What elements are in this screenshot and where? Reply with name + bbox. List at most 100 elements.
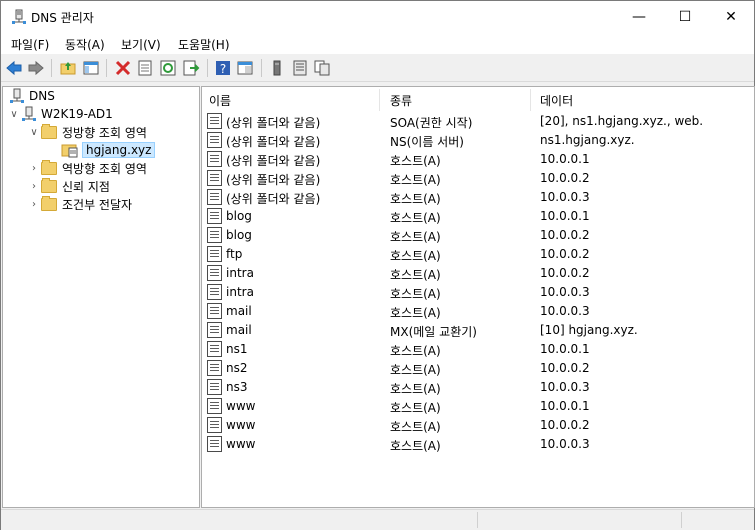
dns-manager-window: DNS 관리자 — ☐ ✕ 파일(F) 동작(A) 보기(V) 도움말(H) ? — [0, 0, 755, 530]
table-row[interactable]: intra 호스트(A) 10.0.0.3 — [202, 283, 754, 302]
record-name-cell: blog — [226, 228, 252, 242]
dns-record-icon — [207, 436, 222, 452]
table-row[interactable]: mail 호스트(A) 10.0.0.3 — [202, 302, 754, 321]
table-row[interactable]: mail MX(메일 교환기) [10] hgjang.xyz. — [202, 321, 754, 340]
tree-item-conditional-forwarders[interactable]: › 조건부 전달자 — [27, 195, 132, 213]
zone-icon — [61, 144, 78, 158]
record-name-cell: mail — [226, 304, 252, 318]
window-title: DNS 관리자 — [31, 11, 94, 25]
folder-icon — [41, 123, 57, 139]
menu-help[interactable]: 도움말(H) — [178, 36, 230, 53]
record-name-cell: blog — [226, 209, 252, 223]
record-name-cell: (상위 폴더와 같음) — [226, 154, 321, 168]
dns-record-icon — [207, 322, 222, 338]
table-row[interactable]: ns2 호스트(A) 10.0.0.2 — [202, 359, 754, 378]
menu-action[interactable]: 동작(A) — [65, 36, 105, 53]
record-name-cell: ns2 — [226, 361, 248, 375]
table-row[interactable]: (상위 폴더와 같음) 호스트(A) 10.0.0.2 — [202, 169, 754, 188]
properties-icon[interactable] — [136, 59, 154, 77]
record-type-cell: 호스트(A) — [390, 249, 441, 263]
dns-server-icon — [12, 9, 26, 24]
show-hide-tree-icon[interactable] — [82, 59, 100, 77]
table-row[interactable]: www 호스트(A) 10.0.0.1 — [202, 397, 754, 416]
record-type-cell: 호스트(A) — [390, 363, 441, 377]
server-icon[interactable] — [268, 59, 286, 77]
record-type-cell: 호스트(A) — [390, 268, 441, 282]
table-row[interactable]: ns3 호스트(A) 10.0.0.3 — [202, 378, 754, 397]
table-row[interactable]: ftp 호스트(A) 10.0.0.2 — [202, 245, 754, 264]
table-row[interactable]: intra 호스트(A) 10.0.0.2 — [202, 264, 754, 283]
menu-view[interactable]: 보기(V) — [121, 36, 161, 53]
tree-label-zone-hgjang: hgjang.xyz — [82, 142, 156, 158]
dns-record-icon — [207, 132, 222, 148]
record-name-cell: (상위 폴더와 같음) — [226, 135, 321, 149]
record-data-cell: 10.0.0.1 — [540, 342, 590, 356]
console-view-icon[interactable] — [236, 59, 254, 77]
help-icon[interactable]: ? — [214, 59, 232, 77]
export-icon[interactable] — [182, 59, 200, 77]
dns-record-icon — [207, 379, 222, 395]
tree-item-reverse-zones[interactable]: › 역방향 조회 영역 — [27, 159, 147, 177]
dns-record-icon — [207, 417, 222, 433]
column-header-type[interactable]: 종류 — [390, 89, 531, 111]
svg-text:?: ? — [220, 62, 226, 76]
chevron-down-icon[interactable]: ∨ — [27, 127, 41, 138]
record-data-cell: 10.0.0.2 — [540, 418, 590, 432]
column-header-data[interactable]: 데이터 — [540, 89, 740, 111]
record-type-cell: SOA(권한 시작) — [390, 116, 473, 130]
delete-icon[interactable] — [114, 59, 132, 77]
table-row[interactable]: blog 호스트(A) 10.0.0.1 — [202, 207, 754, 226]
dns-root-icon — [10, 88, 24, 103]
table-row[interactable]: (상위 폴더와 같음) 호스트(A) 10.0.0.3 — [202, 188, 754, 207]
record-name-cell: (상위 폴더와 같음) — [226, 173, 321, 187]
chevron-right-icon[interactable]: › — [27, 181, 41, 192]
record-data-cell: 10.0.0.2 — [540, 247, 590, 261]
maximize-button[interactable]: ☐ — [662, 1, 708, 32]
chevron-right-icon[interactable]: › — [27, 199, 41, 210]
table-row[interactable]: (상위 폴더와 같음) 호스트(A) 10.0.0.1 — [202, 150, 754, 169]
table-row[interactable]: ns1 호스트(A) 10.0.0.1 — [202, 340, 754, 359]
status-divider — [681, 512, 683, 528]
tree-item-forward-zones[interactable]: ∨ 정방향 조회 영역 — [27, 123, 147, 141]
record-data-cell: 10.0.0.2 — [540, 266, 590, 280]
minimize-button[interactable]: — — [616, 1, 662, 32]
tree-item-server[interactable]: ∨ W2K19-AD1 — [7, 105, 113, 123]
tree-item-trust-points[interactable]: › 신뢰 지점 — [27, 177, 110, 195]
record-data-cell: [10] hgjang.xyz. — [540, 323, 638, 337]
refresh-icon[interactable] — [159, 59, 177, 77]
table-row[interactable]: www 호스트(A) 10.0.0.3 — [202, 435, 754, 454]
up-folder-icon[interactable] — [59, 59, 77, 77]
record-type-cell: 호스트(A) — [390, 154, 441, 168]
record-type-cell: 호스트(A) — [390, 211, 441, 225]
chevron-right-icon[interactable]: › — [27, 163, 41, 174]
forward-arrow-icon[interactable] — [27, 59, 45, 77]
record-data-cell: 10.0.0.2 — [540, 171, 590, 185]
record-data-cell: 10.0.0.3 — [540, 380, 590, 394]
menu-file[interactable]: 파일(F) — [11, 36, 49, 53]
table-row[interactable]: www 호스트(A) 10.0.0.2 — [202, 416, 754, 435]
column-header-name[interactable]: 이름 — [209, 89, 380, 111]
tree-label-server: W2K19-AD1 — [41, 107, 113, 121]
table-row[interactable]: blog 호스트(A) 10.0.0.2 — [202, 226, 754, 245]
record-data-cell: 10.0.0.3 — [540, 190, 590, 204]
copy-icon[interactable] — [313, 59, 331, 77]
tree-item-zone-hgjang[interactable]: hgjang.xyz — [61, 141, 156, 159]
record-type-cell: 호스트(A) — [390, 230, 441, 244]
dns-record-icon — [207, 208, 222, 224]
record-type-cell: 호스트(A) — [390, 439, 441, 453]
toolbar: ? — [1, 55, 754, 82]
list-icon[interactable] — [291, 59, 309, 77]
record-data-cell: [20], ns1.hgjang.xyz., web. — [540, 114, 704, 128]
record-name-cell: ftp — [226, 247, 243, 261]
record-name-cell: (상위 폴더와 같음) — [226, 192, 321, 206]
menu-bar: 파일(F) 동작(A) 보기(V) 도움말(H) — [1, 32, 754, 54]
toolbar-separator — [106, 59, 107, 77]
table-row[interactable]: (상위 폴더와 같음) SOA(권한 시작) [20], ns1.hgjang.xy… — [202, 112, 754, 131]
dns-record-icon — [207, 246, 222, 262]
back-arrow-icon[interactable] — [5, 59, 23, 77]
chevron-down-icon[interactable]: ∨ — [7, 109, 21, 120]
close-button[interactable]: ✕ — [708, 1, 754, 32]
tree-item-dns[interactable]: DNS — [9, 87, 55, 105]
table-row[interactable]: (상위 폴더와 같음) NS(이름 서버) ns1.hgjang.xyz. — [202, 131, 754, 150]
record-data-cell: 10.0.0.1 — [540, 209, 590, 223]
